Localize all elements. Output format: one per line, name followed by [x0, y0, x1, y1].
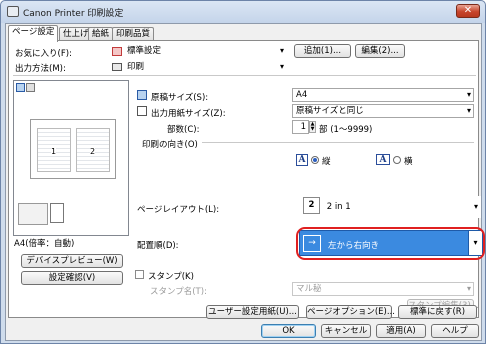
copies-range: 部 (1～9999) [319, 125, 373, 135]
original-size-value: A4 [296, 90, 308, 100]
edit-favorite-button[interactable]: 編集(2)... [355, 44, 405, 58]
favorite-select[interactable]: 標準設定 ▾ [109, 44, 287, 58]
user-paper-button[interactable]: ユーザー設定用紙(U)... [206, 305, 299, 319]
dialog-client-area: ページ設定 仕上げ 給紙 印刷品質 お気に入り(F): 標準設定 ▾ 追加(1)… [5, 23, 485, 341]
favorite-value: 標準設定 [127, 46, 162, 56]
divider [202, 142, 474, 143]
portrait-icon: A [296, 154, 308, 166]
divider [13, 75, 476, 76]
original-size-select[interactable]: A4 ▾ [292, 88, 474, 102]
original-size-icon [137, 90, 147, 100]
chevron-down-icon: ▾ [279, 46, 284, 55]
portrait-label: 縦 [322, 157, 331, 167]
page-layout-select[interactable]: 2 2 in 1 ▾ [299, 196, 481, 218]
output-paper-value: 原稿サイズと同じ [296, 106, 364, 116]
output-paper-label: 出力用紙サイズ(Z): [151, 109, 226, 119]
page-number-2: 2 [90, 147, 96, 156]
chevron-down-icon: ▾ [466, 106, 471, 115]
page-preview: 1 2 [13, 80, 129, 236]
favorite-star-icon [112, 47, 122, 56]
layout-page-left: 1 [37, 128, 71, 172]
arrangement-label: 配置順(D): [137, 241, 179, 251]
tab-paper-source[interactable]: 給紙 [88, 27, 114, 41]
output-method-label: 出力方法(M): [15, 64, 66, 74]
output-method-select[interactable]: 印刷 ▾ [109, 60, 287, 74]
page-thumbnail: 1 2 [30, 119, 116, 179]
page-layout-label: ページレイアウト(L): [137, 205, 220, 215]
stamp-checkbox[interactable] [135, 270, 144, 279]
landscape-radio[interactable] [393, 156, 401, 164]
stamp-label: スタンプ(K) [148, 272, 194, 282]
arrangement-highlight [296, 227, 485, 260]
paper-graphic-icon [50, 203, 64, 223]
copies-spinner[interactable]: ▲ ▼ [309, 121, 316, 133]
cancel-button[interactable]: キャンセル [321, 324, 371, 338]
stamp-name-label: スタンプ名(T): [150, 287, 207, 297]
copies-value: 1 [300, 122, 306, 132]
chevron-down-icon: ▾ [473, 202, 478, 211]
page-number-1: 1 [51, 147, 57, 156]
stamp-name-value: マル秘 [296, 284, 322, 294]
output-method-value: 印刷 [127, 62, 145, 72]
portrait-radio[interactable] [311, 156, 319, 164]
tab-print-quality[interactable]: 印刷品質 [112, 27, 155, 41]
printer-graphic-icon [18, 203, 48, 225]
device-preview-button[interactable]: デバイスプレビュー(W) [21, 254, 123, 268]
page-layout-value: 2 in 1 [326, 202, 351, 212]
chevron-down-icon: ▾ [466, 90, 471, 99]
chevron-down-icon: ▾ [279, 62, 284, 71]
page-setup-panel: お気に入り(F): 標準設定 ▾ 追加(1)... 編集(2)... 出力方法(… [8, 40, 485, 318]
output-paper-select[interactable]: 原稿サイズと同じ ▾ [292, 104, 474, 118]
title-bar: Canon Printer 印刷設定 ✕ [1, 1, 485, 23]
settings-confirm-button[interactable]: 設定確認(V) [21, 271, 123, 285]
window-title: Canon Printer 印刷設定 [23, 9, 124, 19]
printer-app-icon [7, 6, 19, 17]
preview-settings-icon[interactable] [26, 83, 35, 92]
stamp-name-select[interactable]: マル秘 ▾ [292, 282, 474, 296]
landscape-label: 横 [404, 157, 413, 167]
preview-mode-icon[interactable] [16, 83, 25, 92]
preview-caption: A4(倍率：自動) [14, 239, 75, 249]
page-options-button[interactable]: ページオプション(E)... [306, 305, 395, 319]
printer-settings-window: Canon Printer 印刷設定 ✕ ページ設定 仕上げ 給紙 印刷品質 お… [0, 0, 486, 344]
apply-button[interactable]: 適用(A) [376, 324, 426, 338]
restore-defaults-button[interactable]: 標準に戻す(R) [398, 305, 477, 319]
orientation-label: 印刷の向き(O) [142, 140, 198, 150]
chevron-down-icon: ▾ [466, 284, 471, 293]
close-button[interactable]: ✕ [456, 4, 480, 18]
ok-button[interactable]: OK [261, 324, 316, 338]
tab-page-setup[interactable]: ページ設定 [8, 25, 59, 42]
favorite-label: お気に入り(F): [15, 49, 72, 59]
landscape-icon: A [376, 154, 390, 165]
add-favorite-button[interactable]: 追加(1)... [294, 44, 351, 58]
help-button[interactable]: ヘルプ [431, 324, 479, 338]
original-size-label: 原稿サイズ(S): [151, 93, 209, 103]
copies-input[interactable]: 1 [292, 120, 309, 134]
layout-2in1-icon: 2 [303, 197, 320, 214]
printer-icon [112, 63, 122, 71]
layout-page-right: 2 [76, 128, 110, 172]
output-paper-icon [137, 106, 147, 116]
copies-label: 部数(C): [167, 125, 200, 135]
